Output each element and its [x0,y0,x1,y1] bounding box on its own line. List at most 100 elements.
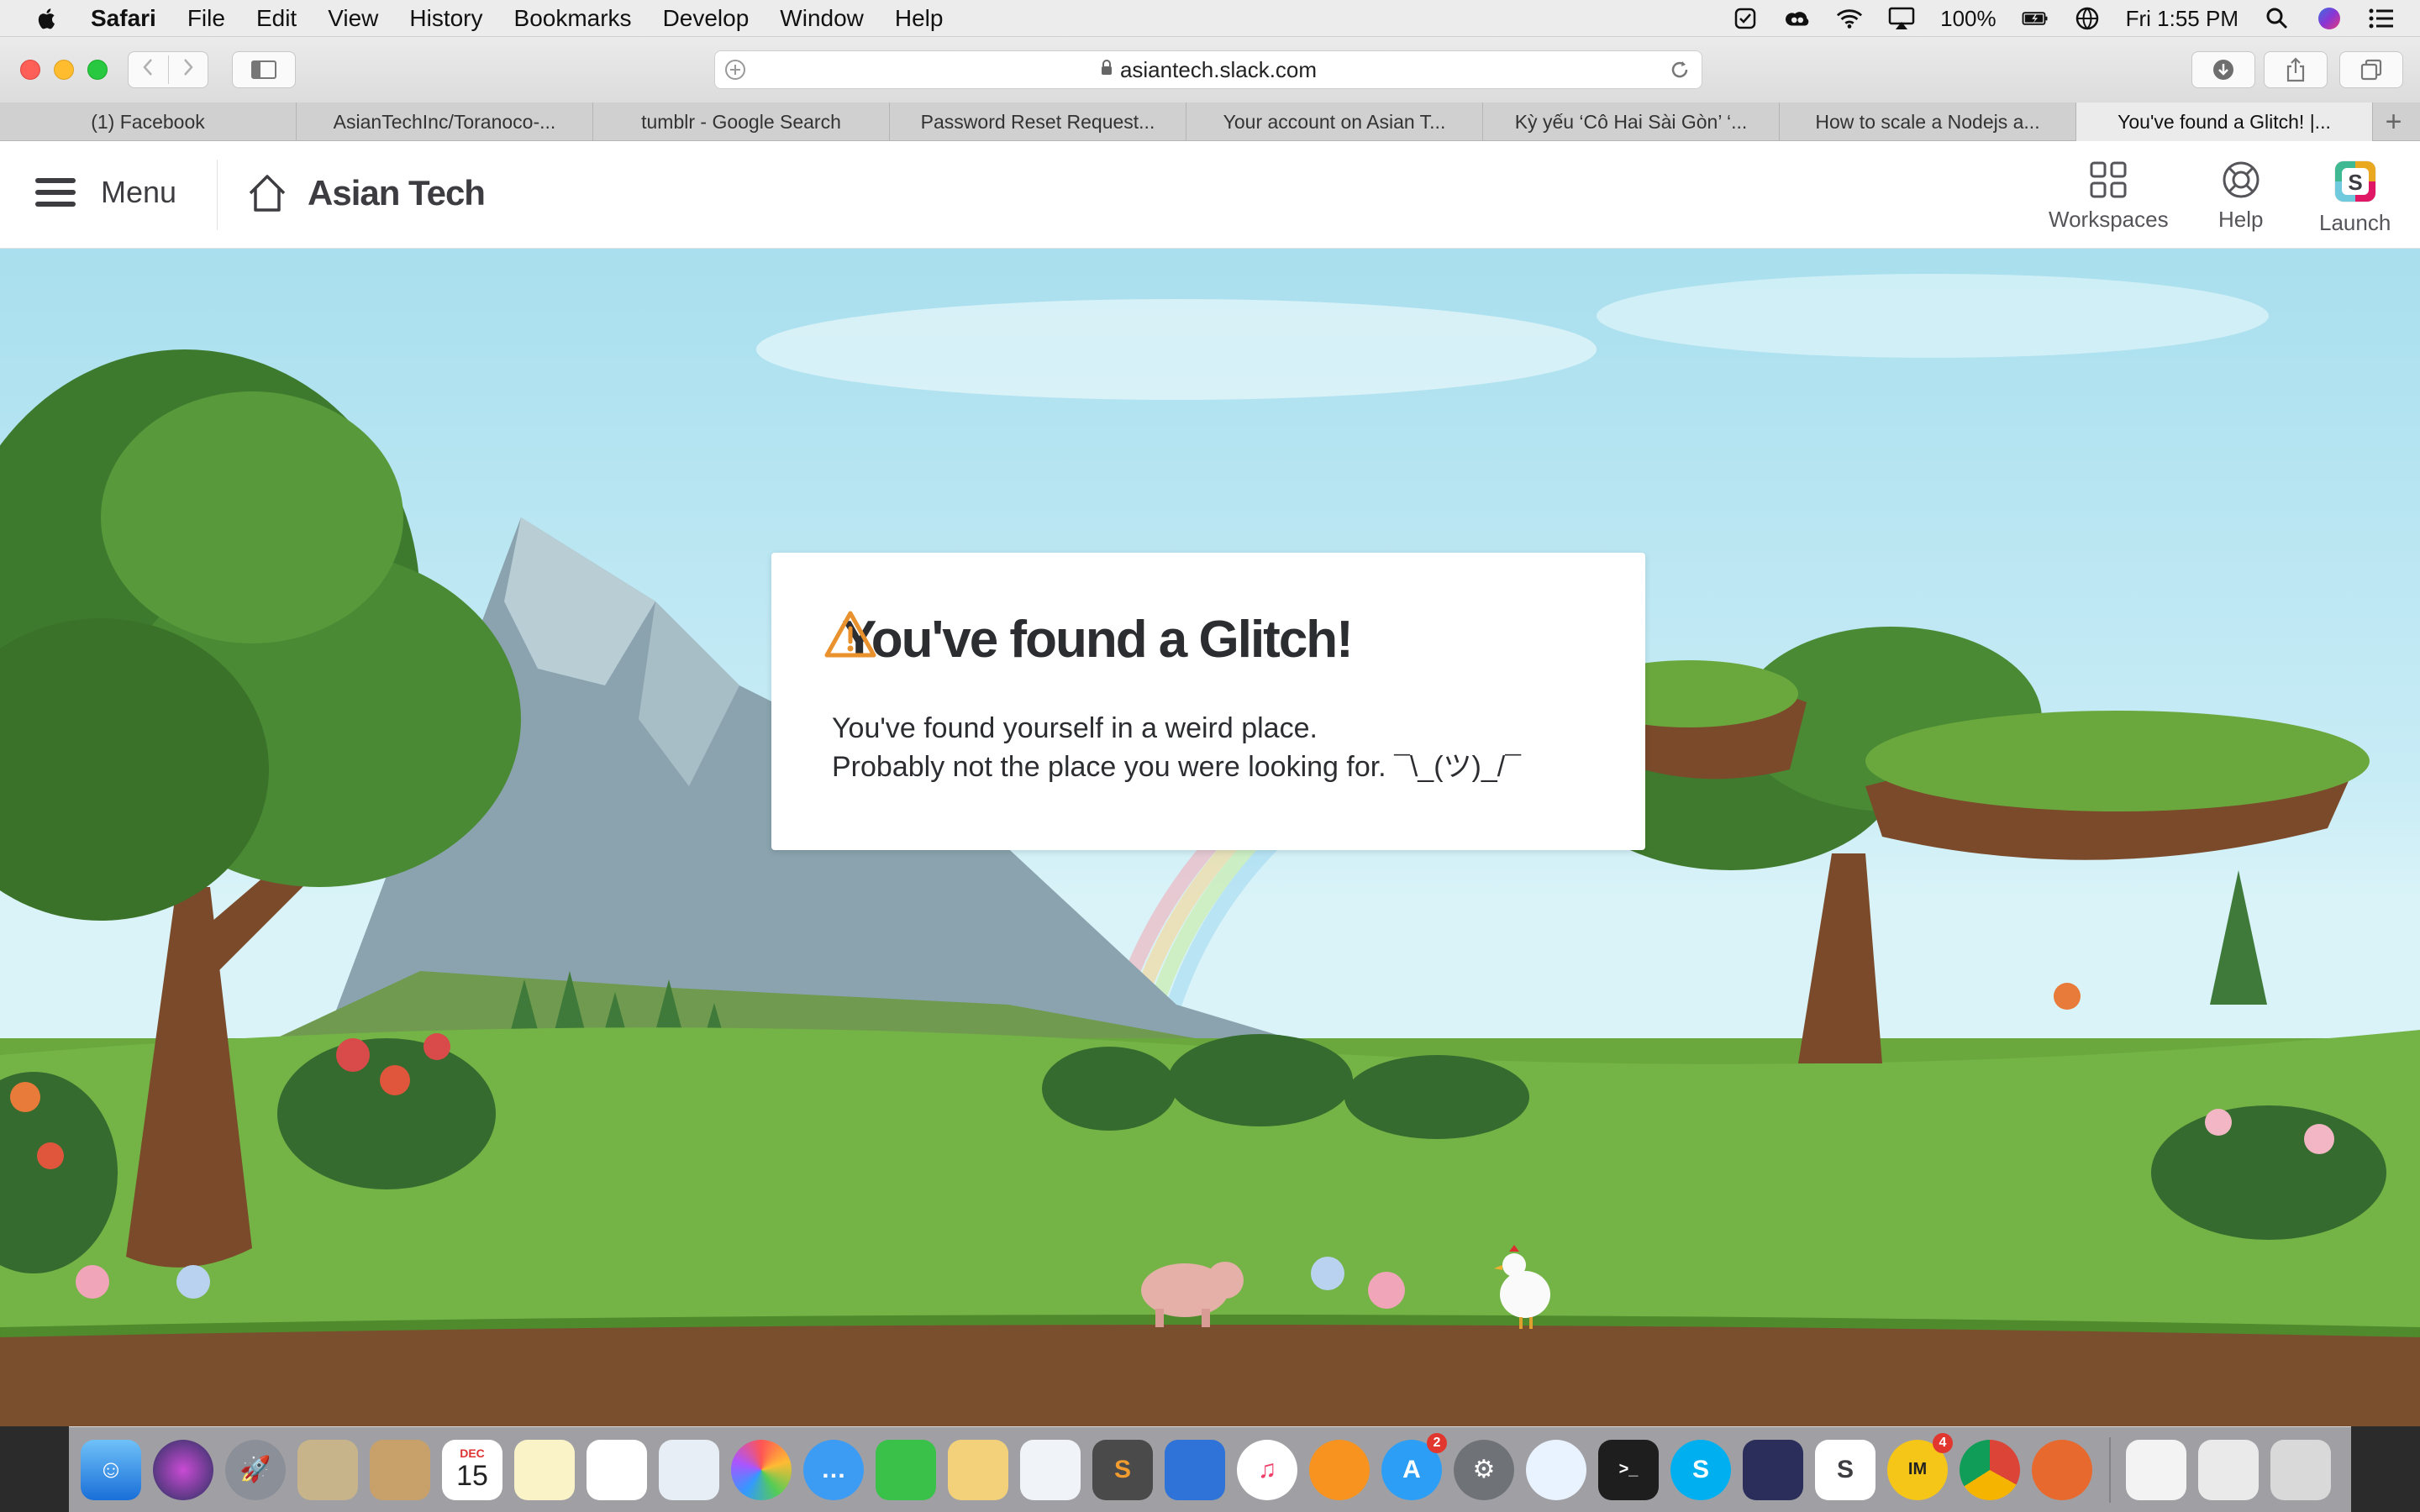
download-icon [2213,60,2233,80]
airplay-icon[interactable] [1888,5,1915,32]
sublime-text-icon[interactable]: S [1092,1439,1153,1500]
battery-percent: 100% [1940,5,1996,31]
forward-button[interactable] [169,55,208,84]
help-label: Help [2218,207,2264,232]
floating-island-right [1865,711,2370,860]
battery-charging-icon[interactable] [2022,5,2049,32]
lock-icon [1100,59,1113,81]
window-controls [20,60,121,80]
glitch-line-1: You've found yourself in a weird place. [832,712,1318,744]
menu-button[interactable]: Menu [35,175,176,210]
menu-help[interactable]: Help [895,5,944,32]
apple-logo-icon[interactable] [34,5,60,32]
yim-messenger-icon[interactable]: IM 4 [1887,1432,1953,1500]
menu-develop[interactable]: Develop [663,5,750,32]
menubar-clock[interactable]: Fri 1:55 PM [2126,6,2238,32]
help-button[interactable]: Help [2218,160,2263,233]
ibooks-icon[interactable] [1309,1439,1370,1500]
glitch-line-2: Probably not the place you were looking … [832,751,1521,783]
keynote-icon[interactable] [1165,1439,1225,1500]
chrome-icon[interactable] [1960,1439,2020,1500]
tab-password-reset[interactable]: Password Reset Request... [890,102,1186,141]
contacts-icon[interactable] [370,1439,430,1500]
app-store-badge: 2 [1427,1432,1447,1453]
zoom-window-button[interactable] [87,60,108,80]
new-tab-button[interactable]: + [2373,102,2414,141]
dirt-border [0,1320,2420,1426]
app-store-icon[interactable]: A 2 [1381,1432,1447,1500]
share-button[interactable] [2264,51,2328,88]
spotlight-search-icon[interactable] [2264,5,2291,32]
slack-app-icon: S [2334,160,2376,202]
hamburger-icon [35,178,76,207]
finder-icon[interactable]: ☺ [81,1439,141,1500]
reload-icon[interactable] [1668,58,1691,87]
close-window-button[interactable] [20,60,40,80]
tab-ky-yeu[interactable]: Kỳ yếu ‘Cô Hai Sài Gòn’ ‘... [1483,102,1780,141]
workspaces-button[interactable]: Workspaces [2049,160,2169,233]
skype-icon[interactable]: S [1670,1439,1731,1500]
calendar-icon[interactable]: DEC 15 [442,1439,502,1500]
tab-facebook[interactable]: (1) Facebook [0,102,297,141]
glitch-title-row: You've found a Glitch! [823,610,1354,669]
launch-button[interactable]: S Launch [2319,160,2391,236]
tab-glitch-active[interactable]: You've found a Glitch! |... [2076,102,2373,141]
facetime-icon[interactable] [876,1439,936,1500]
menu-bookmarks[interactable]: Bookmarks [514,5,632,32]
notification-center-icon[interactable] [2368,5,2395,32]
downloads-button[interactable] [2191,51,2255,88]
notes-icon[interactable] [514,1439,575,1500]
reminders-icon[interactable] [587,1439,647,1500]
tab-nodejs[interactable]: How to scale a Nodejs a... [1780,102,2076,141]
slack-dock-icon[interactable]: S [1815,1439,1876,1500]
show-all-tabs-button[interactable] [2339,51,2403,88]
menu-window[interactable]: Window [780,5,864,32]
mail-eagle-icon[interactable] [297,1439,358,1500]
siri-dock-icon[interactable] [153,1439,213,1500]
safari-toolbar: asiantech.slack.com [0,37,2420,102]
tab-your-account[interactable]: Your account on Asian T... [1186,102,1483,141]
sidebar-icon [251,60,276,79]
menu-view[interactable]: View [328,5,378,32]
siri-icon[interactable] [2316,5,2343,32]
system-preferences-icon[interactable]: ⚙ [1454,1439,1514,1500]
menu-file[interactable]: File [187,5,225,32]
menu-edit[interactable]: Edit [256,5,297,32]
vpn-globe-icon[interactable] [2074,5,2101,32]
svg-text:S: S [2348,170,2362,195]
photos-icon[interactable] [731,1439,792,1500]
tab-google-search[interactable]: tumblr - Google Search [593,102,890,141]
documents-folder-icon[interactable] [2126,1439,2186,1500]
tab-github-toranoco[interactable]: AsianTechInc/Toranoco-... [297,102,593,141]
pages-icon[interactable] [948,1439,1008,1500]
trash-icon[interactable] [2270,1439,2331,1500]
team-name: Asian Tech [308,173,486,213]
creative-cloud-icon[interactable] [1784,5,1811,32]
postman-icon[interactable] [2032,1439,2092,1500]
minimize-window-button[interactable] [54,60,74,80]
address-bar[interactable]: asiantech.slack.com [714,50,1702,89]
sidebar-toggle-button[interactable] [232,51,296,88]
menu-app-safari[interactable]: Safari [91,5,156,32]
slack-header: Menu Asian Tech Workspaces Help S Launch [0,141,2420,249]
terminal-icon[interactable]: >_ [1598,1439,1659,1500]
numbers-icon[interactable] [1020,1439,1081,1500]
back-forward-buttons [128,51,208,88]
visual-studio-code-icon[interactable] [1743,1439,1803,1500]
safari-dock-icon[interactable] [1526,1439,1586,1500]
reader-plus-icon[interactable] [723,58,747,87]
back-button[interactable] [129,55,169,84]
wifi-icon[interactable] [1836,5,1863,32]
itunes-icon[interactable]: ♫ [1237,1439,1297,1500]
messages-icon[interactable]: … [803,1439,864,1500]
team-home-link[interactable]: Asian Tech [245,171,486,215]
preview-icon[interactable] [659,1439,719,1500]
launchpad-icon[interactable]: 🚀 [225,1439,286,1500]
tasks-checkbox-icon[interactable] [1732,5,1759,32]
lifebuoy-help-icon [2223,161,2260,198]
menu-history[interactable]: History [409,5,482,32]
glitch-message-card: You've found a Glitch! You've found your… [771,553,1645,850]
macos-dock: ☺ 🚀 DEC 15 … S ♫ A 2 ⚙ >_ S S IM 4 [69,1426,2351,1512]
downloads-stack-icon[interactable] [2198,1439,2259,1500]
share-icon [2286,57,2305,82]
